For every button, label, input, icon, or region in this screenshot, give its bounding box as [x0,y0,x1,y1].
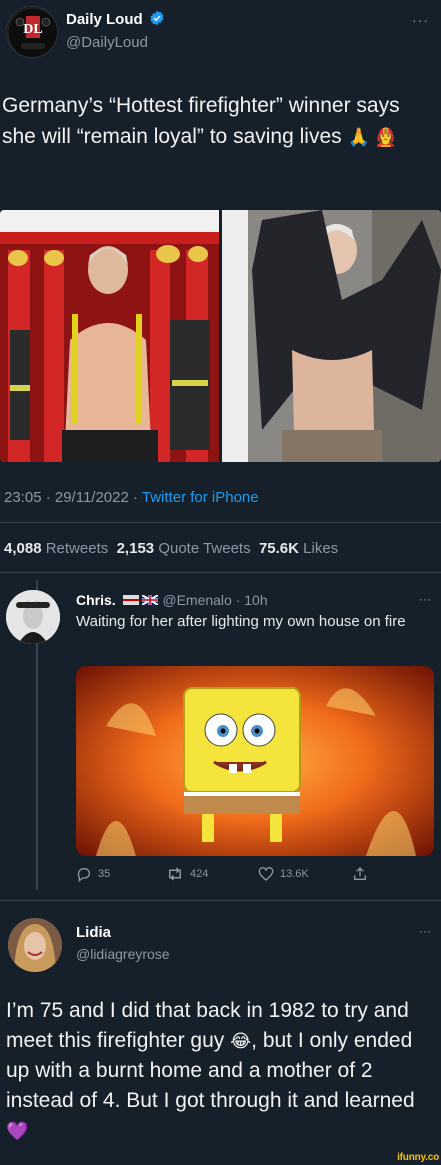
divider [0,572,441,573]
reply-text: I’m 75 and I did that back in 1982 to tr… [6,996,436,1146]
quotes-count: 2,153 [116,540,155,557]
author-name[interactable]: Daily Loud [66,10,165,28]
reply-text: Waiting for her after lighting my own ho… [76,613,406,630]
reply-handle-time[interactable]: @Emenalo · 10h [162,592,267,608]
avatar[interactable] [6,590,60,644]
uk-flag-icon [141,594,159,606]
retweet-action[interactable]: 424 [166,866,208,882]
tweet-emojis: 🙏 👩‍🚒 [347,127,398,147]
more-options-icon[interactable]: ··· [419,592,431,606]
likes-label: Likes [303,540,339,557]
reply-media-spongebob-fire[interactable] [76,666,434,856]
likes-count: 75.6K [258,540,299,557]
reply-action[interactable]: 35 [76,866,110,882]
tweet-time-text: 23:05 · 29/11/2022 · [4,489,142,506]
divider [0,900,441,901]
quotes-label: Quote Tweets [158,540,251,557]
more-options-icon[interactable]: ··· [412,12,429,28]
like-action[interactable]: 13.6K [258,866,309,882]
reply-count: 35 [98,868,111,880]
laughing-emoji-icon: 😂 [230,1031,252,1051]
more-options-icon[interactable]: ··· [419,924,431,938]
reply-author-handle[interactable]: @lidiagreyrose [76,946,170,962]
quote-tweets-stat[interactable]: 2,153 Quote Tweets [117,540,251,557]
retweet-icon [169,867,181,881]
tweet-source-link[interactable]: Twitter for iPhone [142,489,259,506]
like-count: 13.6K [280,868,309,880]
avatar[interactable]: DL [6,6,58,58]
retweets-count: 4,088 [4,540,42,557]
divider [0,522,441,523]
share-icon [354,867,366,880]
ifunny-watermark: ifunny.co [397,1152,439,1163]
svg-text:DL: DL [23,22,42,37]
tweet-photo-firestation[interactable] [0,210,219,462]
likes-stat[interactable]: 75.6K Likes [259,540,338,557]
retweets-label: Retweets [45,540,109,557]
purple-heart-emoji-icon: 💜 [6,1121,29,1141]
avatar[interactable] [8,918,62,972]
uk-flag-icon [122,595,139,605]
heart-icon [258,867,274,881]
share-action[interactable] [352,866,368,882]
reply-author-name[interactable]: Chris. [76,592,116,608]
tweet-timestamp[interactable]: 23:05 · 29/11/2022 · Twitter for iPhone [4,489,259,506]
author-name-text[interactable]: Daily Loud [66,11,143,28]
verified-badge-icon [150,10,164,26]
retweet-count: 424 [190,868,209,880]
author-handle[interactable]: @DailyLoud [66,34,148,51]
retweets-stat[interactable]: 4,088 Retweets [4,540,108,557]
tweet-text-body: Germany’s “Hottest firefighter” winner s… [2,94,400,148]
tweet-photo-jacket[interactable] [222,210,441,462]
engagement-stats: 4,088 Retweets 2,153 Quote Tweets 75.6K … [4,540,338,557]
tweet-text: Germany’s “Hottest firefighter” winner s… [2,90,438,153]
reply-icon [77,868,90,882]
reply-author[interactable]: Chris. @Emenalo · 10h [76,592,268,608]
reply-author-name[interactable]: Lidia [76,924,111,941]
